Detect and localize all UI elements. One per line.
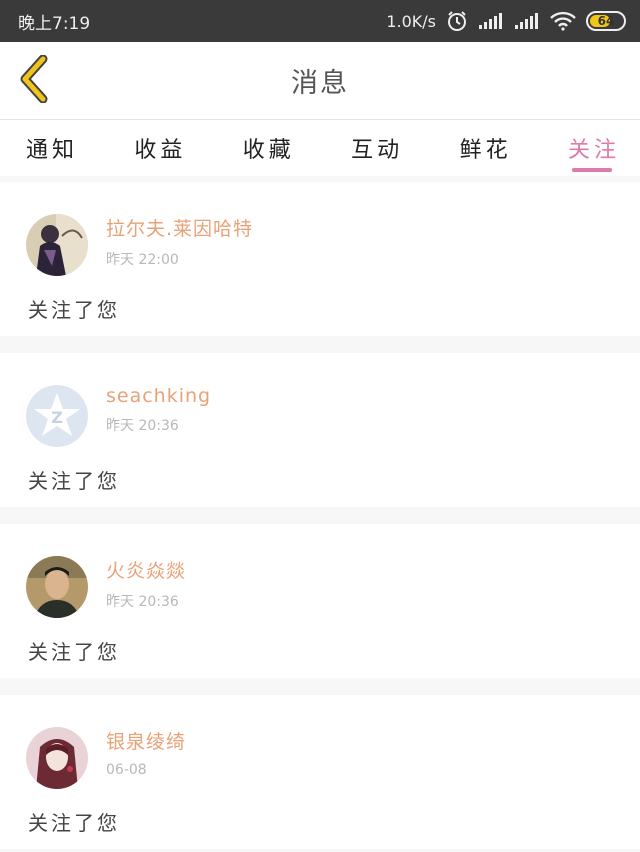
alarm-icon [446, 10, 468, 32]
tab-label: 通知 [26, 138, 79, 163]
user-meta: 拉尔夫.莱因哈特 昨天 22:00 [106, 214, 253, 269]
timestamp: 昨天 20:36 [106, 594, 179, 610]
avatar[interactable] [26, 556, 88, 618]
timestamp: 06-08 [106, 762, 147, 778]
tab-label: 互动 [351, 138, 404, 163]
notification-message: 关注了您 [28, 469, 120, 493]
wifi-icon [550, 11, 576, 31]
svg-text:Z: Z [51, 408, 63, 427]
tab-notifications[interactable]: 通知 [26, 120, 78, 176]
chevron-left-icon [17, 54, 51, 107]
avatar[interactable] [26, 214, 88, 276]
notification-message: 关注了您 [28, 640, 120, 664]
username[interactable]: 拉尔夫.莱因哈特 [106, 214, 253, 241]
tab-flowers[interactable]: 鲜花 [460, 120, 512, 176]
notification-message: 关注了您 [28, 811, 120, 835]
list-item: 火炎焱燚 昨天 20:36 关注了您 [0, 524, 640, 678]
user-header[interactable]: 银泉绫绮 06-08 [26, 721, 640, 789]
list-item: Z seachking 昨天 20:36 关注了您 [0, 353, 640, 507]
timestamp: 昨天 20:36 [106, 418, 179, 434]
notification-message: 关注了您 [28, 298, 120, 322]
list-item: 拉尔夫.莱因哈特 昨天 22:00 关注了您 [0, 182, 640, 336]
username[interactable]: 银泉绫绮 [106, 727, 186, 754]
user-meta: 火炎焱燚 昨天 20:36 [106, 556, 186, 611]
title-bar: 消息 [0, 42, 640, 120]
status-bar: 晚上7:19 1.0K/s 64 [0, 0, 640, 42]
tab-interactions[interactable]: 互动 [351, 120, 403, 176]
tab-follows[interactable]: 关注 [568, 120, 620, 176]
network-speed: 1.0K/s [386, 11, 436, 31]
timestamp: 昨天 22:00 [106, 252, 179, 268]
status-icons: 1.0K/s 64 [386, 10, 626, 32]
list-item: 银泉绫绮 06-08 关注了您 [0, 695, 640, 849]
signal-icon [514, 12, 540, 30]
back-button[interactable] [14, 54, 54, 107]
tab-label: 鲜花 [459, 138, 512, 163]
tab-favorites[interactable]: 收藏 [243, 120, 295, 176]
tab-label: 收益 [134, 138, 187, 163]
user-header[interactable]: 拉尔夫.莱因哈特 昨天 22:00 [26, 208, 640, 276]
tab-label: 收藏 [242, 138, 295, 163]
user-meta: 银泉绫绮 06-08 [106, 727, 186, 778]
user-meta: seachking 昨天 20:36 [106, 385, 211, 435]
tab-label: 关注 [567, 138, 620, 163]
tab-bar: 通知 收益 收藏 互动 鲜花 关注 [0, 120, 640, 176]
username[interactable]: 火炎焱燚 [106, 556, 186, 583]
notification-list: 拉尔夫.莱因哈特 昨天 22:00 关注了您 Z seachking 昨天 20… [0, 182, 640, 849]
user-header[interactable]: 火炎焱燚 昨天 20:36 [26, 550, 640, 618]
user-header[interactable]: Z seachking 昨天 20:36 [26, 379, 640, 447]
signal-icon [478, 12, 504, 30]
battery-level: 64 [597, 14, 615, 28]
battery-icon: 64 [586, 11, 626, 31]
status-time: 晚上7:19 [18, 13, 91, 34]
username[interactable]: seachking [106, 385, 211, 407]
tab-earnings[interactable]: 收益 [134, 120, 186, 176]
page-title: 消息 [291, 68, 349, 99]
avatar[interactable] [26, 727, 88, 789]
avatar[interactable]: Z [26, 385, 88, 447]
